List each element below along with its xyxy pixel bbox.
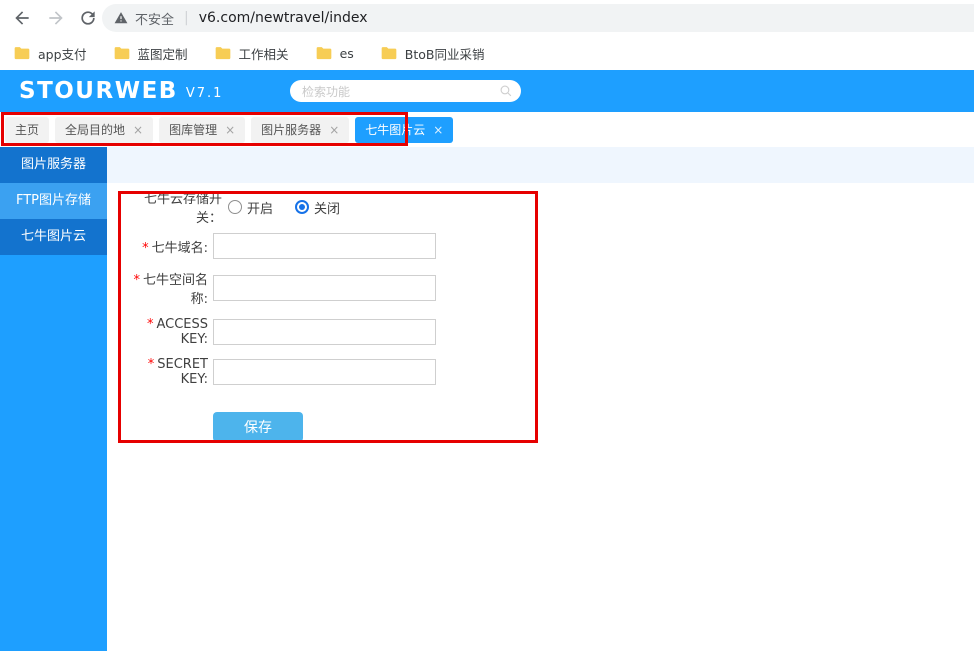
logo-text: STOURWEB xyxy=(19,78,178,104)
storage-switch-group: 开启 关闭 xyxy=(228,198,340,217)
field-label: * ACCESS KEY: xyxy=(146,317,208,347)
sidebar-item-ftp-storage[interactable]: FTP图片存储 xyxy=(0,183,107,219)
access-key-input[interactable] xyxy=(213,319,436,345)
search-placeholder: 检索功能 xyxy=(302,84,351,99)
bookmarks-bar: app支付 蓝图定制 工作相关 es BtoB同业采销 xyxy=(0,36,974,70)
tab-image-server[interactable]: 图片服务器 × xyxy=(251,116,350,143)
back-icon[interactable] xyxy=(12,8,32,28)
tab-home[interactable]: 主页 × xyxy=(5,116,50,143)
bookmark-folder-work[interactable]: 工作相关 xyxy=(215,44,289,63)
reload-icon[interactable] xyxy=(78,8,98,28)
search-icon xyxy=(500,85,512,97)
tab-qiniu-cloud[interactable]: 七牛图片云 × xyxy=(355,116,454,143)
bookmark-label: app支付 xyxy=(38,46,87,62)
tab-label: 主页 xyxy=(15,123,40,137)
required-mark: * xyxy=(133,273,140,288)
sidebar-item-qiniu-cloud[interactable]: 七牛图片云 xyxy=(0,219,107,255)
folder-icon xyxy=(381,47,397,60)
tab-gallery-manage[interactable]: 图库管理 × xyxy=(159,116,246,143)
radio-option-on[interactable]: 开启 xyxy=(228,198,273,217)
qiniu-settings-form: 七牛云存储开关： 开启 关闭 * 七牛域名: * 七牛空间名称: * ACCESS K… xyxy=(120,192,536,442)
radio-label: 关闭 xyxy=(314,201,341,217)
field-label: * SECRET KEY: xyxy=(147,357,208,387)
bookmark-label: BtoB同业采销 xyxy=(404,46,485,62)
url-text[interactable]: v6.com/newtravel/index xyxy=(199,10,368,26)
forward-icon[interactable] xyxy=(46,8,66,28)
qiniu-domain-input[interactable] xyxy=(213,233,436,259)
app-header: STOURWEB V7.1 检索功能 xyxy=(0,70,974,112)
required-mark: * xyxy=(147,357,155,372)
field-row-domain: * 七牛域名: xyxy=(120,233,536,259)
address-bar[interactable]: 不安全 | v6.com/newtravel/index xyxy=(102,4,974,32)
tab-label: 全局目的地 xyxy=(65,123,126,137)
content-top-strip xyxy=(107,147,974,183)
bookmark-label: 工作相关 xyxy=(238,46,289,62)
bookmark-folder-app[interactable]: app支付 xyxy=(14,44,87,63)
folder-icon xyxy=(215,47,230,60)
field-label: * 七牛空间名称: xyxy=(133,273,208,307)
bookmark-folder-blueprint[interactable]: 蓝图定制 xyxy=(114,44,188,63)
browser-toolbar: 不安全 | v6.com/newtravel/index xyxy=(0,0,974,36)
tab-label: 图库管理 xyxy=(169,123,218,137)
radio-icon[interactable] xyxy=(228,200,242,214)
bookmark-folder-es[interactable]: es xyxy=(316,46,354,61)
switch-label: 七牛云存储开关： xyxy=(143,192,222,226)
save-button[interactable]: 保存 xyxy=(213,412,303,442)
logo-version: V7.1 xyxy=(185,85,224,101)
close-icon[interactable]: × xyxy=(329,124,339,136)
radio-label: 开启 xyxy=(247,201,274,217)
required-mark: * xyxy=(142,240,149,256)
field-label: * 七牛域名: xyxy=(142,240,208,256)
tab-label: 七牛图片云 xyxy=(365,123,426,137)
folder-icon xyxy=(14,47,30,60)
storage-switch-row: 七牛云存储开关： 开启 关闭 xyxy=(120,192,536,226)
qiniu-space-name-input[interactable] xyxy=(213,275,436,301)
sidebar-item-image-server[interactable]: 图片服务器 xyxy=(0,147,107,183)
required-mark: * xyxy=(146,317,154,332)
field-row-secret-key: * SECRET KEY: xyxy=(120,357,536,387)
app-logo: STOURWEB V7.1 xyxy=(19,70,223,112)
radio-icon[interactable] xyxy=(295,200,310,214)
folder-icon xyxy=(114,47,129,60)
bookmark-label: es xyxy=(339,45,354,61)
sidebar: 图片服务器 FTP图片存储 七牛图片云 xyxy=(0,147,107,651)
search-input[interactable]: 检索功能 xyxy=(290,80,521,102)
bookmark-folder-btob[interactable]: BtoB同业采销 xyxy=(381,44,485,63)
tab-label: 图片服务器 xyxy=(261,123,322,137)
tab-bar: 主页 × 全局目的地 × 图库管理 × 图片服务器 × 七牛图片云 × xyxy=(0,112,974,147)
field-row-space-name: * 七牛空间名称: xyxy=(120,269,536,307)
tab-global-destination[interactable]: 全局目的地 × xyxy=(55,116,154,143)
folder-icon xyxy=(316,47,331,60)
radio-option-off[interactable]: 关闭 xyxy=(295,198,340,217)
close-icon[interactable]: × xyxy=(133,124,143,136)
security-label[interactable]: 不安全 xyxy=(135,9,174,28)
close-icon[interactable]: × xyxy=(225,124,235,136)
close-icon[interactable]: × xyxy=(433,124,443,136)
secret-key-input[interactable] xyxy=(213,359,436,385)
page: 不安全 | v6.com/newtravel/index app支付 蓝图定制 … xyxy=(0,0,974,651)
field-row-access-key: * ACCESS KEY: xyxy=(120,317,536,347)
warning-triangle-icon xyxy=(114,12,128,24)
address-separator: | xyxy=(184,10,189,26)
bookmark-label: 蓝图定制 xyxy=(137,46,188,62)
